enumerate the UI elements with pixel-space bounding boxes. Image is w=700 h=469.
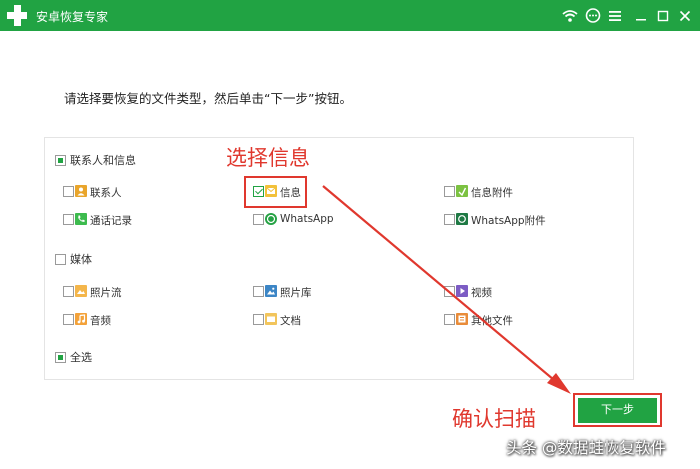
photo-library-icon [265,285,277,297]
media-label: 媒体 [70,253,92,266]
file-type-panel [44,137,634,380]
chat-icon[interactable] [584,7,602,25]
minimize-icon[interactable] [632,7,650,25]
annotation-confirm-scan: 确认扫描 [452,407,536,431]
title-bar: 安卓恢复专家 [0,0,700,31]
app-logo-icon [5,4,29,28]
message-attachments-checkbox[interactable] [444,186,455,197]
whatsapp-attachments-checkbox[interactable] [444,214,455,225]
media-checkbox[interactable] [55,254,66,265]
video-checkbox[interactable] [444,286,455,297]
other-files-icon [456,313,468,325]
whatsapp-attachments-label: WhatsApp附件 [471,215,546,227]
video-icon [456,285,468,297]
select-all-label: 全选 [70,351,92,364]
contacts-messages-checkbox[interactable] [55,155,66,166]
next-button[interactable]: 下一步 [578,398,657,423]
whatsapp-label: WhatsApp [280,213,334,225]
photo-stream-icon [75,285,87,297]
document-icon [265,313,277,325]
audio-label: 音频 [90,315,111,327]
maximize-icon[interactable] [654,7,672,25]
video-label: 视频 [471,287,492,299]
watermark: 头条 @数据蛙恢复软件 [506,439,666,457]
whatsapp-attachment-icon [456,213,468,225]
close-icon[interactable] [676,7,694,25]
message-attachments-label: 信息附件 [471,187,513,199]
documents-label: 文档 [280,315,301,327]
call-logs-label: 通话记录 [90,215,132,227]
whatsapp-checkbox[interactable] [253,214,264,225]
audio-checkbox[interactable] [63,314,74,325]
photo-library-label: 照片库 [280,287,312,299]
contacts-label: 联系人 [90,187,122,199]
whatsapp-icon [265,213,277,225]
photo-stream-label: 照片流 [90,287,122,299]
photo-library-checkbox[interactable] [253,286,264,297]
annotation-message-highlight [244,176,307,208]
contacts-icon [75,185,87,197]
other-files-label: 其他文件 [471,315,513,327]
attachment-icon [456,185,468,197]
phone-icon [75,213,87,225]
annotation-select-message: 选择信息 [226,146,310,170]
audio-icon [75,313,87,325]
contacts-checkbox[interactable] [63,186,74,197]
photo-stream-checkbox[interactable] [63,286,74,297]
call-logs-checkbox[interactable] [63,214,74,225]
other-files-checkbox[interactable] [444,314,455,325]
instruction-text: 请选择要恢复的文件类型，然后单击“下一步”按钮。 [64,91,352,106]
contacts-messages-label: 联系人和信息 [70,154,136,167]
app-title: 安卓恢复专家 [36,10,109,24]
documents-checkbox[interactable] [253,314,264,325]
wifi-icon[interactable] [561,7,579,25]
select-all-checkbox[interactable] [55,352,66,363]
menu-icon[interactable] [606,7,624,25]
